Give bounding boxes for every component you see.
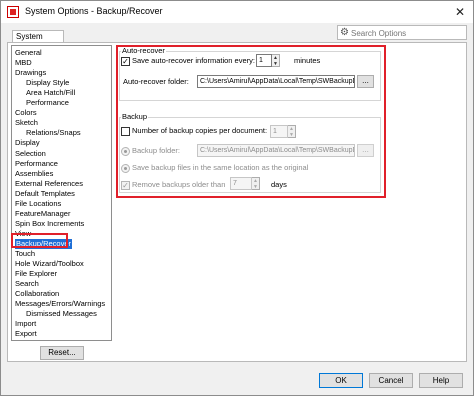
search-input[interactable] [351,27,463,39]
tree-item[interactable]: Assemblies [15,169,53,179]
tree-item[interactable]: Collaboration [15,289,59,299]
tree-item[interactable]: Sketch [15,118,38,128]
close-icon[interactable]: ✕ [451,4,469,20]
tree-item[interactable]: Export [15,329,37,339]
search-box[interactable]: ⚙ [337,25,467,40]
window-title: System Options - Backup/Recover [25,6,163,16]
help-button[interactable]: Help [419,373,463,388]
tree-item[interactable]: Messages/Errors/Warnings [15,299,105,309]
tree-item[interactable]: Colors [15,108,37,118]
tree-item[interactable]: Touch [15,249,35,259]
tree-item[interactable]: Area Hatch/Fill [26,88,75,98]
tree-item[interactable]: General [15,48,42,58]
tree-item[interactable]: File Explorer [15,269,57,279]
ok-button[interactable]: OK [319,373,363,388]
tree-item[interactable]: Display [15,138,40,148]
tree-item[interactable]: Hole Wizard/Toolbox [15,259,84,269]
cancel-button[interactable]: Cancel [369,373,413,388]
highlight-annotation [116,45,386,198]
title-bar: System Options - Backup/Recover ✕ [1,1,473,23]
tree-item[interactable]: Performance [26,98,69,108]
options-tree[interactable]: General MBD Drawings Display Style Area Hatc… [11,45,112,341]
tree-item[interactable]: External References [15,179,83,189]
tree-item[interactable]: Performance [15,159,58,169]
highlight-annotation [11,233,68,248]
tree-item[interactable]: Selection [15,149,46,159]
tree-item[interactable]: Search [15,279,39,289]
tree-item[interactable]: FeatureManager [15,209,70,219]
tree-item[interactable]: File Locations [15,199,61,209]
tree-item[interactable]: Spin Box Increments [15,219,84,229]
app-icon [7,6,19,18]
tree-item[interactable]: MBD [15,58,32,68]
tree-item[interactable]: Default Templates [15,189,75,199]
tree-item[interactable]: Display Style [26,78,69,88]
gear-search-icon: ⚙ [340,27,349,38]
tree-item[interactable]: Relations/Snaps [26,128,81,138]
tree-item[interactable]: Dismissed Messages [26,309,97,319]
options-dialog: System Options - Backup/Recover ✕ ⚙ Syst… [0,0,474,396]
reset-button[interactable]: Reset... [40,346,84,360]
tree-item[interactable]: Import [15,319,36,329]
tree-item[interactable]: Drawings [15,68,46,78]
